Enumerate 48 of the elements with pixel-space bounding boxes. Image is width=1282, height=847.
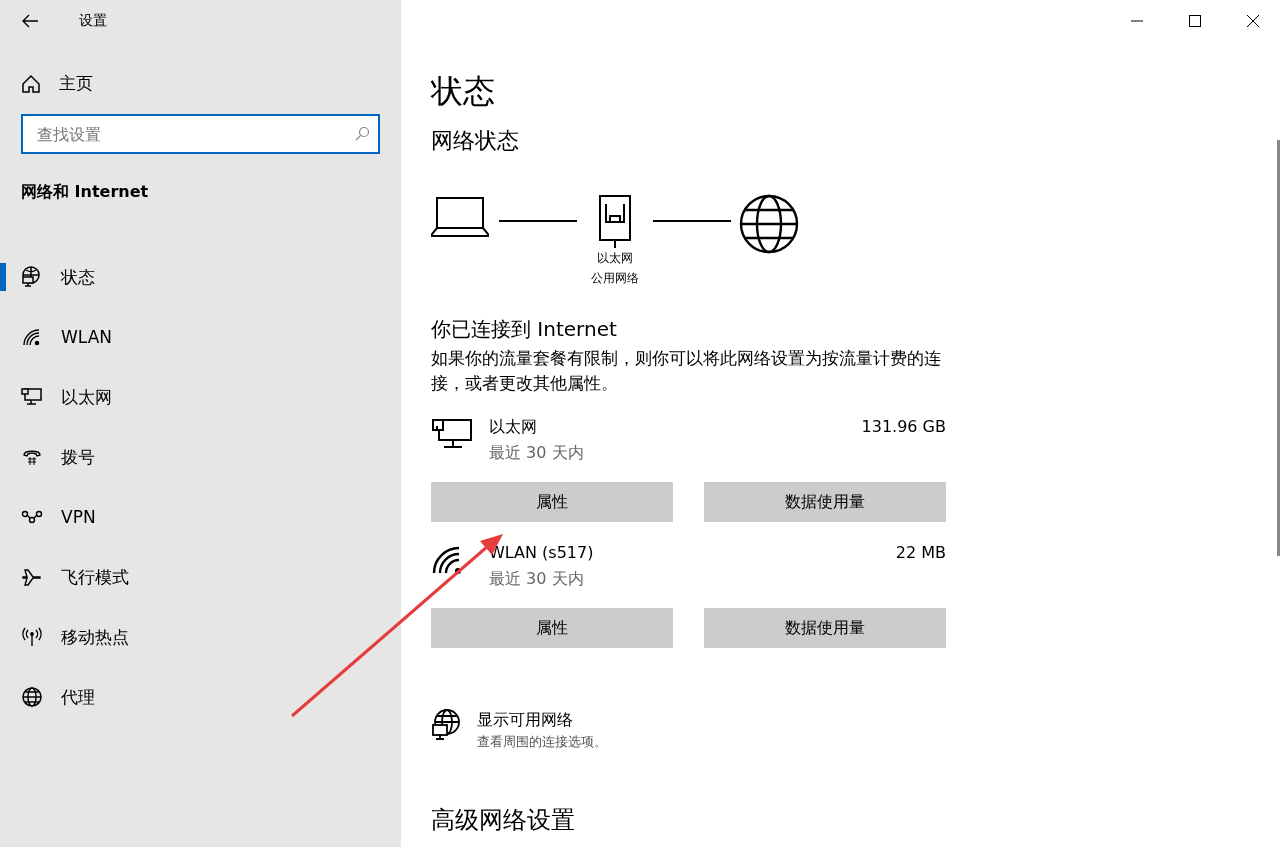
window-title: 设置: [79, 12, 107, 30]
globe-icon: [739, 194, 799, 254]
hotspot-icon: [21, 626, 43, 648]
search-icon: [354, 126, 370, 142]
sidebar-item[interactable]: WLAN: [0, 307, 401, 367]
airplane-icon: [21, 566, 43, 588]
sidebar-item[interactable]: VPN: [0, 487, 401, 547]
description-text: 如果你的流量套餐有限制，则你可以将此网络设置为按流量计费的连接，或者更改其他属性。: [431, 347, 942, 395]
adapter-label: 以太网: [597, 250, 633, 267]
minimize-icon: [1131, 20, 1143, 22]
section-heading: 网络状态: [431, 127, 520, 155]
laptop-icon: [431, 194, 491, 238]
sidebar-item[interactable]: 拨号: [0, 427, 401, 487]
usage-period: 最近 30 天内: [489, 442, 585, 464]
globe-icon: [21, 686, 43, 708]
data-usage-button[interactable]: 数据使用量: [704, 608, 946, 648]
sidebar-item[interactable]: 状态: [0, 247, 401, 307]
usage-period: 最近 30 天内: [489, 568, 585, 590]
sidebar-item[interactable]: 以太网: [0, 367, 401, 427]
home-link[interactable]: 主页: [0, 72, 401, 95]
properties-button[interactable]: 属性: [431, 608, 673, 648]
globe-monitor-icon: [431, 708, 461, 742]
home-icon: [21, 73, 41, 94]
wifi-icon: [22, 327, 42, 347]
data-usage: 131.96 GB: [861, 416, 946, 438]
properties-button[interactable]: 属性: [431, 482, 673, 522]
search-field[interactable]: 查找设置: [21, 114, 380, 154]
page-title: 状态: [431, 71, 496, 112]
network-profile-label: 公用网络: [591, 270, 639, 287]
section-heading: 高级网络设置: [431, 805, 576, 836]
connection-status: 你已连接到 Internet: [431, 316, 618, 343]
ethernet-port-icon: [598, 194, 632, 248]
data-usage: 22 MB: [895, 542, 946, 564]
ethernet-monitor-icon: [431, 416, 475, 450]
sidebar-item[interactable]: 代理: [0, 667, 401, 727]
globe-monitor-icon: [21, 266, 43, 288]
section-heading: 网络和 Internet: [21, 182, 150, 203]
close-icon: [1247, 15, 1259, 27]
sidebar-item[interactable]: 飞行模式: [0, 547, 401, 607]
scrollbar[interactable]: [1277, 140, 1280, 556]
data-usage-button[interactable]: 数据使用量: [704, 482, 946, 522]
show-networks-link[interactable]: 显示可用网络 查看周围的连接选项。: [431, 708, 946, 752]
back-arrow-icon[interactable]: [21, 13, 39, 29]
maximize-icon: [1189, 15, 1201, 27]
vpn-icon: [21, 509, 43, 525]
ethernet-monitor-icon: [21, 387, 43, 407]
sidebar-item[interactable]: 移动热点: [0, 607, 401, 667]
connection-name: 以太网: [489, 416, 538, 438]
